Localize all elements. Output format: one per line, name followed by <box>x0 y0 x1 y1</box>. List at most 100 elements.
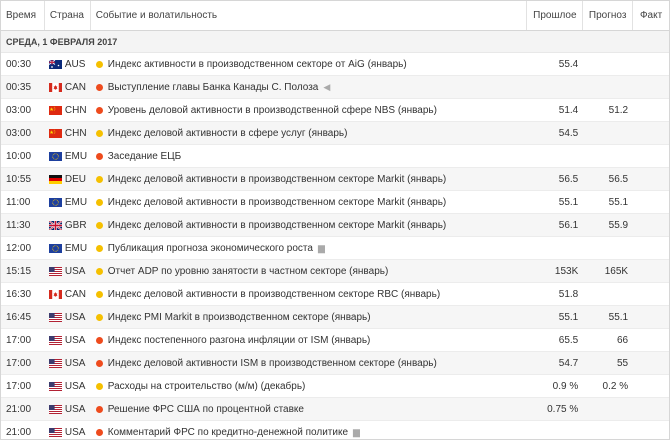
volatility-medium-icon <box>95 313 103 321</box>
event-previous: 55.4 <box>558 58 579 70</box>
event-row[interactable]: 15:15 USA Отчет ADP по уровню занятости в … <box>1 260 669 283</box>
event-time: 10:00 <box>6 150 32 162</box>
event-cell: Уровень деловой активности в производств… <box>91 99 528 121</box>
country-code: USA <box>64 403 86 415</box>
event-row[interactable]: 11:00 EMU Индекс деловой активности в прои… <box>1 191 669 214</box>
event-forecast <box>583 237 633 259</box>
event-row[interactable]: 10:55 DEU Индекс деловой активности в прои… <box>1 168 669 191</box>
header-forecast[interactable]: Прогноз <box>583 1 634 30</box>
event-previous: 65.5 <box>558 334 579 346</box>
event-title[interactable]: Отчет ADP по уровню занятости в частном … <box>108 266 389 277</box>
event-time: 17:00 <box>6 357 32 369</box>
volatility-high-icon <box>95 359 103 367</box>
event-cell: Отчет ADP по уровню занятости в частном … <box>91 260 528 282</box>
chn-flag-icon <box>48 105 62 115</box>
event-title[interactable]: Индекс деловой активности в производстве… <box>108 220 447 231</box>
event-time: 00:30 <box>6 58 32 70</box>
event-row[interactable]: 21:00 USA Решение ФРС США по процентной ст… <box>1 398 669 421</box>
usa-flag-icon <box>48 312 62 322</box>
event-title[interactable]: Решение ФРС США по процентной ставке <box>108 404 304 415</box>
country-code: USA <box>64 265 86 277</box>
event-row[interactable]: 00:30 AUS Индекс активности в производстве… <box>1 53 669 76</box>
event-fact <box>633 145 669 167</box>
event-forecast <box>583 76 633 98</box>
event-row[interactable]: 03:00 CHN Индекс деловой активности в сфер… <box>1 122 669 145</box>
event-row[interactable]: 12:00 EMU Публикация прогноза экономическо… <box>1 237 669 260</box>
event-country: USA <box>45 352 91 374</box>
event-previous: 0.9 % <box>552 380 579 392</box>
volatility-high-icon <box>95 405 103 413</box>
event-title[interactable]: Индекс деловой активности ISM в производ… <box>108 358 437 369</box>
event-country: CHN <box>45 99 91 121</box>
event-cell: Индекс постепенного разгона инфляции от … <box>91 329 528 351</box>
event-fact <box>633 53 669 75</box>
event-time: 17:00 <box>6 334 32 346</box>
event-title[interactable]: Выступление главы Банка Канады С. Полоза <box>108 82 319 93</box>
event-fact <box>633 421 669 440</box>
event-row[interactable]: 17:00 USA Индекс деловой активности ISM в … <box>1 352 669 375</box>
event-country: EMU <box>45 237 91 259</box>
event-cell: Решение ФРС США по процентной ставке <box>91 398 528 420</box>
event-row[interactable]: 17:00 USA Расходы на строительство (м/м) (… <box>1 375 669 398</box>
event-previous: 153K <box>554 265 579 277</box>
event-forecast <box>583 122 633 144</box>
event-row[interactable]: 03:00 CHN Уровень деловой активности в про… <box>1 99 669 122</box>
event-fact <box>633 375 669 397</box>
event-title[interactable]: Индекс активности в производственном сек… <box>108 59 407 70</box>
event-time: 10:55 <box>6 173 32 185</box>
event-country: USA <box>45 398 91 420</box>
chn-flag-icon <box>48 128 62 138</box>
volatility-high-icon <box>95 336 103 344</box>
event-forecast: 66 <box>616 334 629 346</box>
event-row[interactable]: 21:00 USA Комментарий ФРС по кредитно-дене… <box>1 421 669 440</box>
event-previous <box>527 145 583 167</box>
event-time: 15:15 <box>6 265 32 277</box>
event-title[interactable]: Индекс деловой активности в производстве… <box>108 174 447 185</box>
event-previous <box>527 421 583 440</box>
event-cell: Расходы на строительство (м/м) (декабрь) <box>91 375 528 397</box>
event-title[interactable]: Индекс PMI Markit в производственном сек… <box>108 312 371 323</box>
event-title[interactable]: Индекс деловой активности в производстве… <box>108 289 440 300</box>
event-fact <box>633 283 669 305</box>
event-previous: 55.1 <box>558 311 579 323</box>
event-fact <box>633 122 669 144</box>
event-title[interactable]: Индекс постепенного разгона инфляции от … <box>108 335 371 346</box>
event-cell: Публикация прогноза экономического роста… <box>91 237 528 259</box>
country-code: CHN <box>64 104 87 116</box>
usa-flag-icon <box>48 427 62 437</box>
event-row[interactable]: 16:45 USA Индекс PMI Markit в производстве… <box>1 306 669 329</box>
header-country[interactable]: Страна <box>45 1 91 30</box>
header-time[interactable]: Время <box>1 1 45 30</box>
header-fact[interactable]: Факт <box>633 1 669 30</box>
event-row[interactable]: 10:00 EMU Заседание ЕЦБ <box>1 145 669 168</box>
event-row[interactable]: 00:35 CAN Выступление главы Банка Канады С… <box>1 76 669 99</box>
event-cell: Индекс деловой активности в производстве… <box>91 168 528 190</box>
event-country: USA <box>45 260 91 282</box>
event-time: 03:00 <box>6 104 32 116</box>
event-title[interactable]: Уровень деловой активности в производств… <box>108 105 437 116</box>
event-title[interactable]: Заседание ЕЦБ <box>108 151 181 162</box>
event-previous <box>527 237 583 259</box>
usa-flag-icon <box>48 266 62 276</box>
country-code: USA <box>64 311 86 323</box>
event-country: USA <box>45 329 91 351</box>
volatility-medium-icon <box>95 267 103 275</box>
event-row[interactable]: 17:00 USA Индекс постепенного разгона инфл… <box>1 329 669 352</box>
event-extra-icon: ◀ <box>323 81 331 92</box>
header-previous[interactable]: Прошлое <box>527 1 584 30</box>
event-title[interactable]: Расходы на строительство (м/м) (декабрь) <box>108 381 306 392</box>
event-time: 12:00 <box>6 242 32 254</box>
event-title[interactable]: Публикация прогноза экономического роста <box>108 243 313 254</box>
header-event[interactable]: Событие и волатильность <box>91 1 528 30</box>
event-row[interactable]: 16:30 CAN Индекс деловой активности в прои… <box>1 283 669 306</box>
country-code: AUS <box>64 58 86 70</box>
event-previous: 55.1 <box>558 196 579 208</box>
country-code: EMU <box>64 242 88 254</box>
event-title[interactable]: Комментарий ФРС по кредитно-денежной пол… <box>108 427 348 438</box>
event-time: 11:30 <box>6 219 31 231</box>
event-country: CAN <box>45 76 91 98</box>
event-previous: 54.5 <box>558 127 579 139</box>
event-row[interactable]: 11:30 GBR Индекс деловой активности в прои… <box>1 214 669 237</box>
event-title[interactable]: Индекс деловой активности в производстве… <box>108 197 447 208</box>
event-title[interactable]: Индекс деловой активности в сфере услуг … <box>108 128 348 139</box>
